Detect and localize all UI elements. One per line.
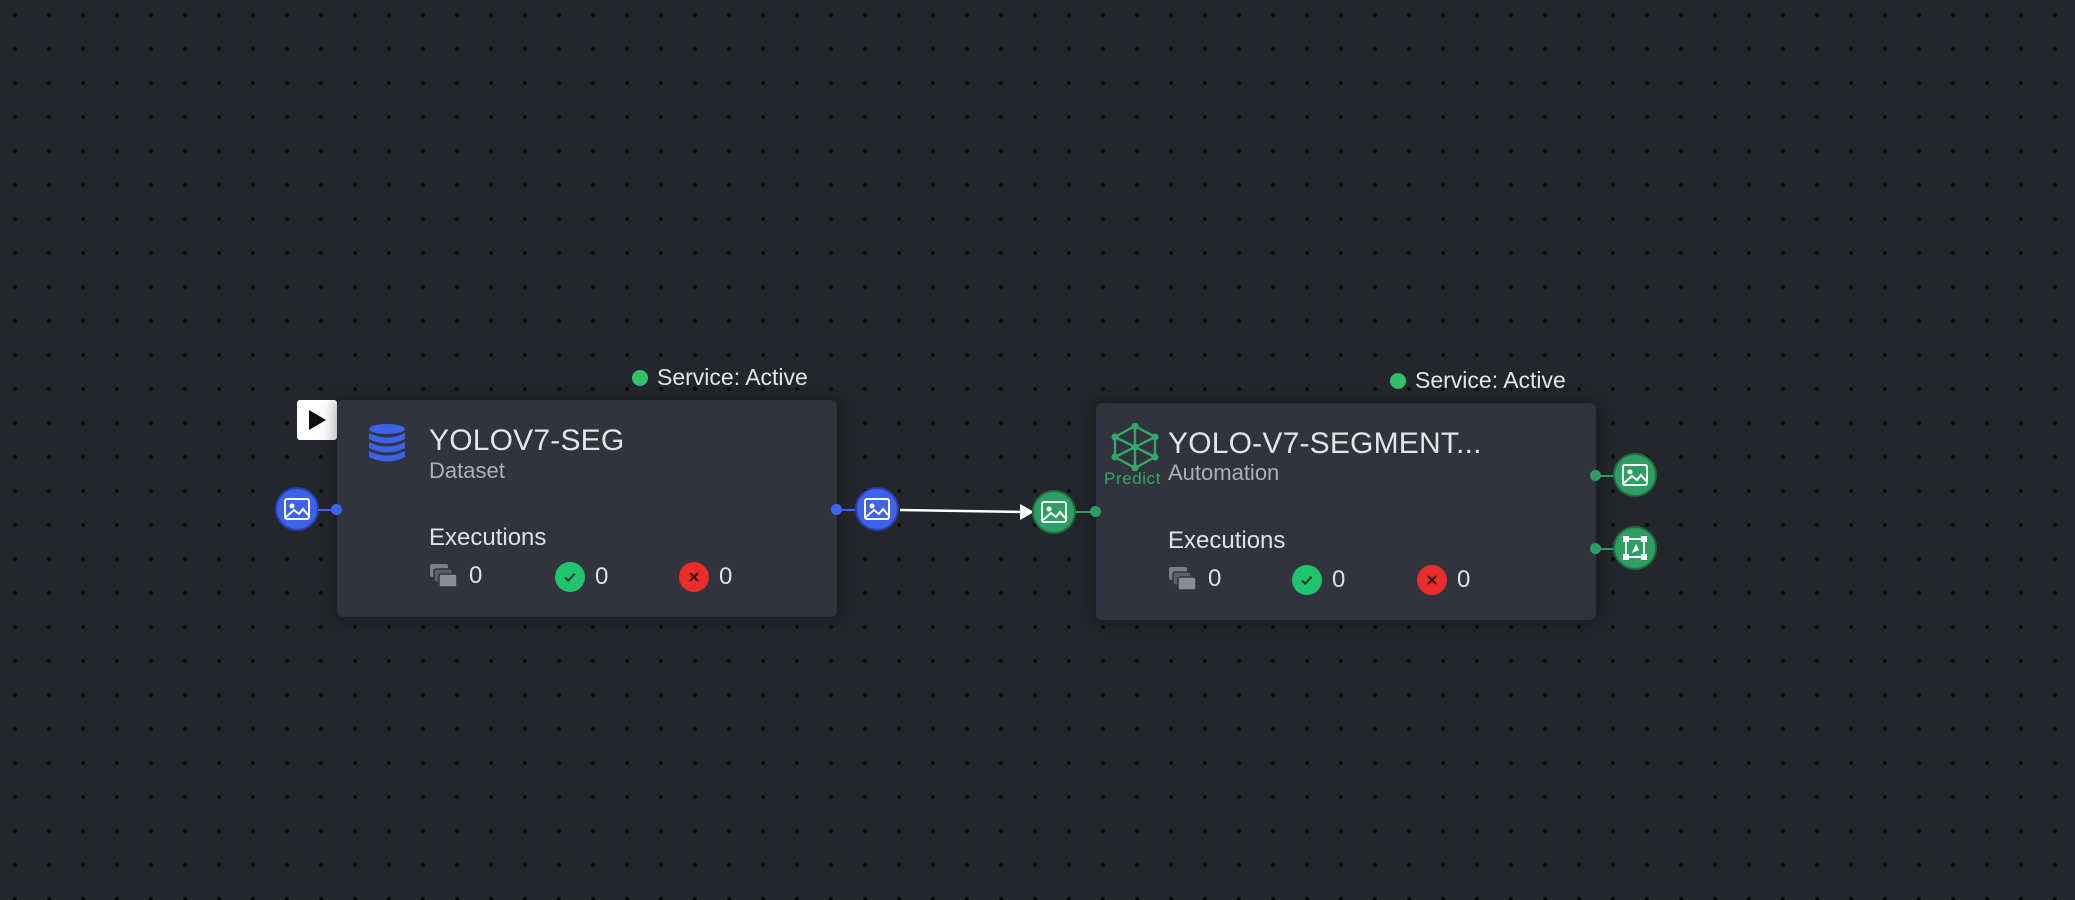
node-title: YOLO-V7-SEGMENT... [1168, 427, 1482, 460]
stack-icon [1169, 567, 1197, 591]
database-icon [365, 422, 409, 471]
automation-node[interactable]: Predict YOLO-V7-SEGMENT... Automation Ex… [1096, 403, 1596, 620]
failed-count: 0 [1457, 566, 1471, 593]
total-count: 0 [1208, 565, 1222, 592]
success-count: 0 [595, 563, 609, 590]
play-icon [309, 410, 326, 430]
input-pin[interactable] [331, 504, 342, 515]
node-status: Service: Active [1390, 367, 1566, 394]
node-status: Service: Active [632, 364, 808, 391]
check-icon [1292, 565, 1322, 595]
executions-total: 0 [1168, 565, 1221, 593]
port-connector [1075, 511, 1091, 513]
image-icon [1622, 464, 1648, 486]
executions-label: Executions [1168, 527, 1286, 554]
node-subtitle: Dataset [429, 458, 505, 483]
pipeline-canvas[interactable]: Service: Active YOLOV7-SEG Dataset Execu… [0, 0, 2075, 900]
close-icon [1417, 565, 1447, 595]
node-subtitle: Automation [1168, 460, 1280, 485]
connection-edge[interactable] [0, 0, 2075, 900]
executions-label: Executions [429, 524, 547, 551]
failed-count: 0 [719, 563, 733, 590]
input-pin[interactable] [1090, 506, 1101, 517]
success-count: 0 [1332, 566, 1346, 593]
check-icon [555, 562, 585, 592]
port-connector [838, 509, 856, 511]
automation-input-port[interactable] [1032, 490, 1076, 534]
total-count: 0 [469, 562, 483, 589]
annotation-icon [1623, 536, 1647, 560]
dataset-input-port[interactable] [275, 487, 319, 531]
status-dot [1390, 372, 1406, 389]
executions-failed: 0 [679, 562, 732, 592]
status-text: Service: Active [1415, 367, 1566, 393]
executions-total: 0 [429, 562, 482, 590]
image-icon [1041, 501, 1067, 523]
image-icon [864, 498, 890, 520]
automation-output-annotation-port[interactable] [1613, 526, 1657, 570]
executions-failed: 0 [1417, 565, 1470, 595]
dataset-output-port[interactable] [855, 487, 899, 531]
status-text: Service: Active [657, 364, 808, 390]
node-title: YOLOV7-SEG [429, 424, 625, 457]
status-dot [632, 369, 648, 386]
predict-label: Predict [1104, 469, 1162, 488]
dataset-node[interactable]: YOLOV7-SEG Dataset Executions 0 0 0 [337, 400, 837, 617]
image-icon [284, 498, 310, 520]
automation-output-image-port[interactable] [1613, 453, 1657, 497]
stack-icon [430, 564, 458, 588]
play-button[interactable] [297, 400, 337, 440]
executions-success: 0 [555, 562, 608, 592]
close-icon [679, 562, 709, 592]
executions-success: 0 [1292, 565, 1345, 595]
